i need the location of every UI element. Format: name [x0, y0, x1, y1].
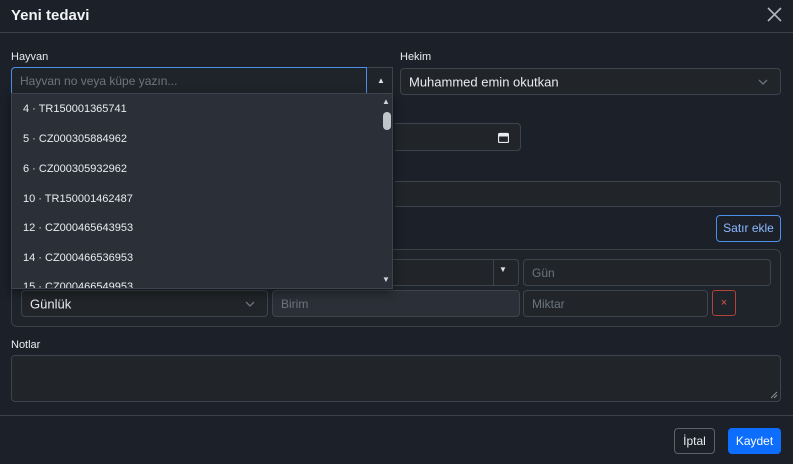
notes-textarea[interactable]: [11, 355, 781, 402]
scrollbar-thumb[interactable]: [383, 112, 391, 130]
resize-handle-icon[interactable]: [770, 391, 778, 399]
dropdown-item[interactable]: 5 · CZ000305884962: [12, 124, 378, 154]
caret-up-icon: ▲: [377, 76, 385, 85]
animal-search-placeholder: Hayvan no veya küpe yazın...: [20, 74, 178, 88]
dropdown-item[interactable]: 12 · CZ000465643953: [12, 213, 378, 243]
frequency-value: Günlük: [30, 296, 72, 311]
dropdown-scrollbar[interactable]: ▲ ▼: [380, 94, 392, 288]
notes-label: Notlar: [11, 339, 41, 351]
amount-placeholder: Miktar: [532, 296, 565, 311]
animal-label: Hayvan: [11, 51, 49, 63]
description-input[interactable]: [395, 181, 781, 207]
caret-down-icon[interactable]: ▼: [382, 275, 390, 284]
dropdown-item[interactable]: 6 · CZ000305932962: [12, 154, 378, 184]
amount-input[interactable]: Miktar: [523, 290, 708, 317]
animal-dropdown-list: 4 · TR150001365741 5 · CZ000305884962 6 …: [11, 93, 393, 289]
dialog-header: Yeni tedavi: [0, 0, 793, 33]
vet-select[interactable]: Muhammed emin okutkan: [400, 68, 781, 95]
day-placeholder: Gün: [532, 265, 555, 280]
cancel-button[interactable]: İptal: [674, 428, 715, 454]
unit-placeholder: Birim: [281, 296, 309, 311]
date-input[interactable]: [395, 123, 521, 151]
dropdown-item[interactable]: 14 · CZ000466536953: [12, 243, 378, 273]
close-icon[interactable]: [767, 7, 782, 22]
animal-search-input[interactable]: Hayvan no veya küpe yazın...: [11, 67, 367, 95]
remove-row-button[interactable]: ×: [712, 290, 736, 316]
dropdown-items: 4 · TR150001365741 5 · CZ000305884962 6 …: [12, 94, 378, 288]
chevron-down-icon: [245, 301, 255, 307]
dialog-title: Yeni tedavi: [11, 7, 90, 24]
calendar-icon[interactable]: [498, 132, 509, 143]
dropdown-item[interactable]: 4 · TR150001365741: [12, 94, 378, 124]
vet-select-value: Muhammed emin okutkan: [409, 74, 559, 89]
chevron-down-icon: [758, 79, 768, 85]
dropdown-item[interactable]: 15 · CZ000466549953: [12, 272, 378, 288]
save-button[interactable]: Kaydet: [728, 428, 781, 454]
add-row-button[interactable]: Satır ekle: [716, 215, 781, 242]
caret-up-icon[interactable]: ▲: [382, 97, 390, 106]
medication-select[interactable]: ▼: [393, 259, 519, 286]
day-input[interactable]: Gün: [523, 259, 771, 286]
animal-dropdown-toggle[interactable]: ▲: [367, 67, 393, 95]
footer-divider: [0, 415, 793, 416]
dropdown-item[interactable]: 10 · TR150001462487: [12, 184, 378, 214]
caret-down-icon: ▼: [499, 265, 507, 274]
frequency-select[interactable]: Günlük: [21, 290, 268, 317]
select-divider: [493, 260, 494, 285]
vet-label: Hekim: [400, 51, 432, 63]
unit-input: Birim: [272, 290, 520, 317]
